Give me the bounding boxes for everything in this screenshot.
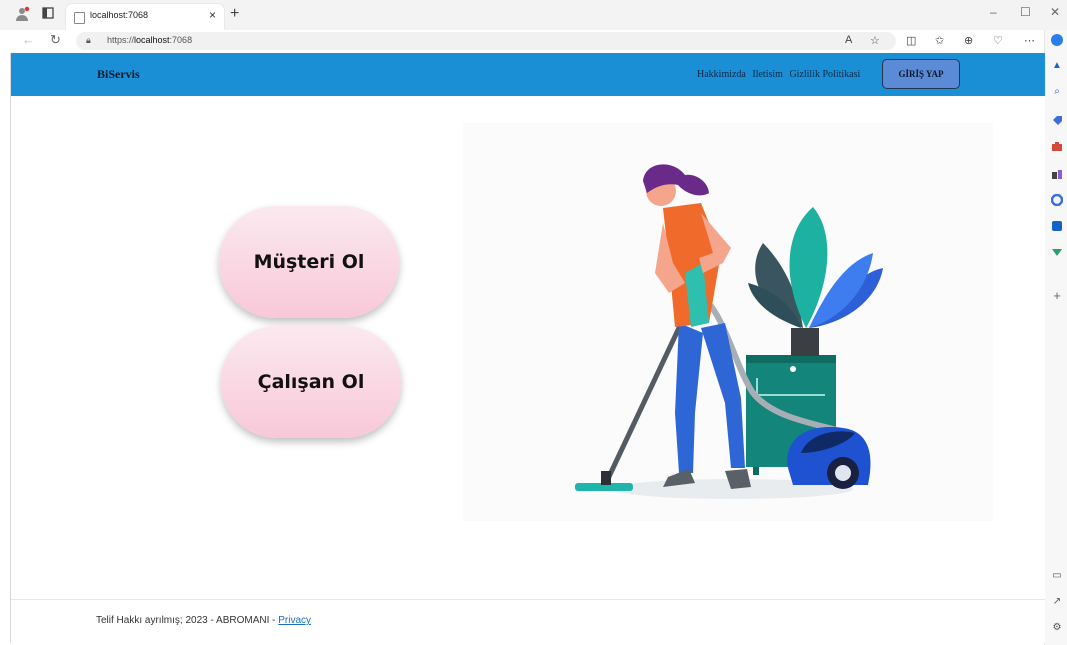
back-arrow-icon[interactable]: ←	[22, 32, 35, 47]
nav-link-privacy-policy[interactable]: Gizlilik Politikasi	[789, 69, 860, 80]
minimize-button[interactable]: –	[990, 5, 997, 19]
copilot-icon[interactable]	[1051, 34, 1063, 46]
site-footer: Telif Hakkı ayrılmış; 2023 - ABROMANI - …	[11, 599, 1045, 644]
edge-sidebar: ▲ ⌕ + ▭ ↗ ⚙	[1044, 30, 1067, 645]
split-screen-icon[interactable]: ◫	[906, 34, 916, 47]
nav-links: Hakkimizda Iletisim Gizlilik Politikasi	[697, 69, 864, 80]
site-brand-link[interactable]: BiServis	[97, 67, 140, 82]
browser-essentials-icon[interactable]: ♡	[993, 34, 1003, 47]
drop-icon[interactable]	[1051, 246, 1063, 258]
tab-close-icon[interactable]: ×	[209, 8, 216, 22]
add-sidebar-app-icon[interactable]: +	[1051, 289, 1063, 302]
refresh-icon[interactable]: ↻	[50, 32, 61, 48]
become-customer-button[interactable]: Müşteri Ol	[219, 206, 399, 318]
close-window-button[interactable]: ✕	[1050, 5, 1060, 19]
browser-titlebar: localhost:7068 × + – ☐ ✕	[0, 0, 1067, 30]
outlook-icon[interactable]	[1051, 220, 1063, 232]
url-text: https://localhost:7068	[107, 35, 193, 45]
new-tab-button[interactable]: +	[230, 5, 239, 23]
shopping-tag-icon[interactable]	[1051, 114, 1063, 126]
read-aloud-icon[interactable]: A	[845, 34, 852, 46]
more-menu-icon[interactable]: ⋯	[1024, 34, 1035, 47]
browser-tab[interactable]: localhost:7068 ×	[66, 4, 224, 30]
games-icon[interactable]	[1051, 168, 1063, 180]
cleaning-illustration	[463, 123, 993, 521]
hide-sidebar-icon[interactable]: ▭	[1051, 570, 1063, 582]
profile-icon[interactable]	[14, 6, 30, 22]
web-page: BiServis Hakkimizda Iletisim Gizlilik Po…	[10, 53, 1045, 643]
microsoft-365-icon[interactable]	[1050, 193, 1064, 207]
site-navbar: BiServis Hakkimizda Iletisim Gizlilik Po…	[11, 53, 1045, 96]
maximize-button[interactable]: ☐	[1020, 5, 1031, 19]
tab-title: localhost:7068	[90, 10, 149, 20]
lock-icon: 🔒︎	[86, 35, 91, 45]
open-external-icon[interactable]: ↗	[1051, 596, 1063, 608]
page-favicon-icon	[74, 12, 85, 24]
nav-link-contact[interactable]: Iletisim	[752, 69, 783, 80]
notification-bell-icon[interactable]: ▲	[1051, 60, 1063, 72]
become-worker-button[interactable]: Çalışan Ol	[221, 326, 401, 438]
favorites-icon[interactable]: ✩	[935, 34, 944, 47]
browser-toolbar: ← ↻ 🔒︎ https://localhost:7068 A ☆ ◫ ✩ ⊕ …	[0, 30, 1067, 52]
favorite-star-icon[interactable]: ☆	[870, 34, 880, 47]
privacy-link[interactable]: Privacy	[278, 615, 311, 626]
address-bar[interactable]: 🔒︎ https://localhost:7068	[76, 32, 896, 50]
tools-briefcase-icon[interactable]	[1051, 140, 1063, 152]
search-icon[interactable]: ⌕	[1051, 86, 1063, 98]
nav-link-about[interactable]: Hakkimizda	[697, 69, 746, 80]
copyright-text: Telif Hakkı ayrılmış; 2023 - ABROMANI - …	[96, 615, 312, 626]
collections-icon[interactable]: ⊕	[964, 34, 973, 47]
tab-actions-icon[interactable]	[40, 6, 56, 22]
login-button[interactable]: GİRİŞ YAP	[882, 59, 960, 89]
settings-gear-icon[interactable]: ⚙	[1051, 622, 1063, 634]
